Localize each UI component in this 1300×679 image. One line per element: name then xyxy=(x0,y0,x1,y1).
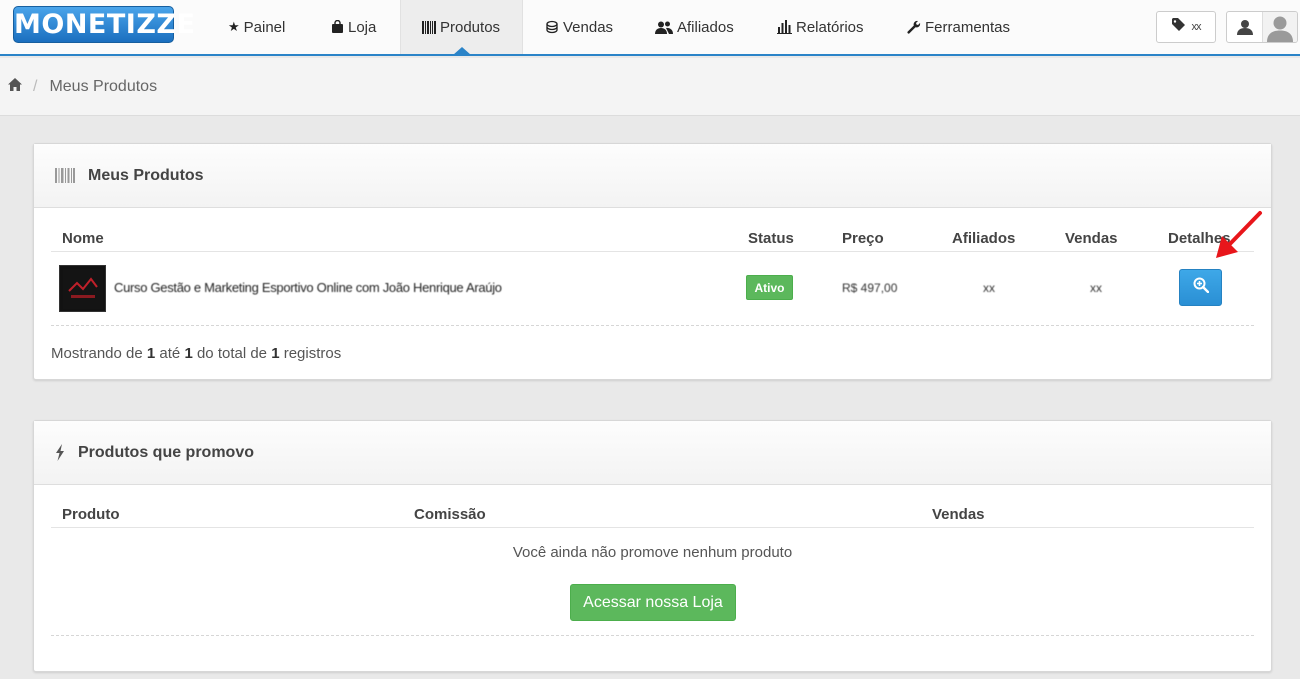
header-divider xyxy=(51,527,1254,528)
col-header-preco[interactable]: Preço xyxy=(842,230,884,247)
user-icon xyxy=(1227,12,1264,42)
row-divider xyxy=(51,325,1254,326)
tags-button[interactable]: xx xyxy=(1156,11,1216,43)
nav-label: Produtos xyxy=(440,18,501,36)
access-store-button[interactable]: Acessar nossa Loja xyxy=(570,584,736,621)
breadcrumb-separator: / xyxy=(33,77,38,95)
nav-item-relatorios[interactable]: Relatórios xyxy=(777,0,864,54)
breadcrumb: / Meus Produtos xyxy=(0,58,1300,116)
nav-item-vendas[interactable]: Vendas xyxy=(545,0,613,54)
my-products-panel: Meus Produtos Nome Status Preço Afiliado… xyxy=(33,143,1272,380)
user-menu-button[interactable] xyxy=(1226,11,1298,43)
nav-label: Painel xyxy=(243,18,286,36)
col-header-vendas[interactable]: Vendas xyxy=(932,506,985,523)
col-header-afiliados[interactable]: Afiliados xyxy=(952,230,1015,247)
product-thumbnail xyxy=(59,265,106,312)
nav-item-produtos[interactable]: Produtos xyxy=(400,0,523,55)
product-name[interactable]: Curso Gestão e Marketing Esportivo Onlin… xyxy=(114,280,502,295)
avatar xyxy=(1263,12,1297,42)
panel-header: Meus Produtos xyxy=(34,144,1271,208)
breadcrumb-current: Meus Produtos xyxy=(49,77,158,95)
details-button[interactable] xyxy=(1179,269,1222,306)
promoted-products-panel: Produtos que promovo Produto Comissão Ve… xyxy=(33,420,1272,672)
home-icon[interactable] xyxy=(8,77,22,96)
bar-chart-icon xyxy=(777,20,792,34)
barcode-icon xyxy=(55,168,75,183)
col-header-comissao[interactable]: Comissão xyxy=(414,506,486,523)
tag-count: xx xyxy=(1191,21,1202,33)
nav-item-painel[interactable]: ★ Painel xyxy=(228,0,285,54)
nav-item-afiliados[interactable]: Afiliados xyxy=(655,0,734,54)
row-divider xyxy=(51,635,1254,636)
nav-item-ferramentas[interactable]: Ferramentas xyxy=(907,0,1010,54)
barcode-icon xyxy=(422,20,436,34)
top-navbar: MONETIZZE ★ Painel Loja Produtos Vendas … xyxy=(0,0,1300,56)
nav-item-loja[interactable]: Loja xyxy=(331,0,376,54)
tag-icon xyxy=(1171,17,1188,37)
bolt-icon xyxy=(55,444,65,461)
monetizze-logo[interactable]: MONETIZZE xyxy=(13,6,195,43)
empty-state-text: Você ainda não promove nenhum produto xyxy=(512,544,793,561)
annotation-arrow-icon xyxy=(1216,211,1262,258)
nav-label: Afiliados xyxy=(677,18,734,36)
col-header-nome[interactable]: Nome xyxy=(62,230,104,247)
header-divider xyxy=(51,251,1254,252)
wrench-icon xyxy=(907,20,921,34)
panel-title: Meus Produtos xyxy=(88,166,204,184)
nav-label: Relatórios xyxy=(796,18,864,36)
nav-label: Vendas xyxy=(563,18,614,36)
product-sales: xx xyxy=(1090,281,1102,295)
status-badge: Ativo xyxy=(746,275,793,300)
product-price: R$ 497,00 xyxy=(842,281,898,295)
zoom-in-icon xyxy=(1193,277,1209,298)
coins-icon xyxy=(545,20,559,34)
star-icon: ★ xyxy=(228,19,240,34)
col-header-produto[interactable]: Produto xyxy=(62,506,120,523)
active-indicator xyxy=(452,47,471,55)
users-icon xyxy=(655,21,673,34)
product-affiliates: xx xyxy=(983,281,995,295)
panel-title: Produtos que promovo xyxy=(78,443,254,461)
records-info: Mostrando de 1 até 1 do total de 1 regis… xyxy=(51,345,342,362)
bag-icon xyxy=(331,20,344,34)
col-header-vendas[interactable]: Vendas xyxy=(1065,230,1118,247)
nav-label: Ferramentas xyxy=(925,18,1011,36)
col-header-status[interactable]: Status xyxy=(748,230,794,247)
panel-header: Produtos que promovo xyxy=(34,421,1271,485)
nav-label: Loja xyxy=(348,18,377,36)
